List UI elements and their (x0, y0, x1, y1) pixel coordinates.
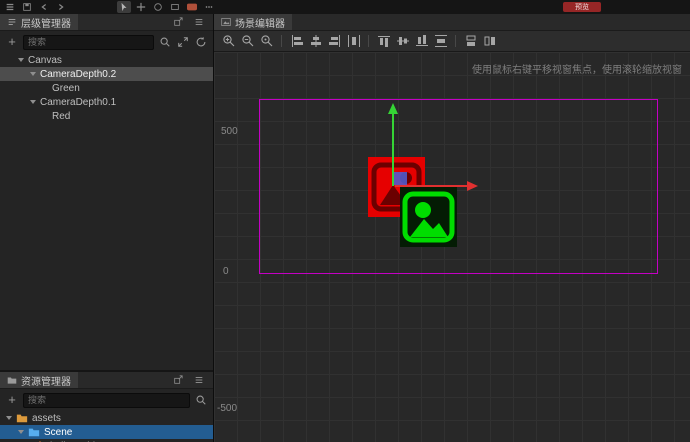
scene-toolbar (214, 31, 690, 52)
gizmo-x-axis[interactable] (395, 185, 467, 187)
list-icon (8, 18, 16, 26)
toolbar-separator (281, 35, 282, 47)
tool-group (114, 1, 216, 13)
cursor-tool-icon[interactable] (117, 1, 131, 13)
chevron-down-icon[interactable] (18, 58, 24, 62)
hierarchy-search-input[interactable] (23, 34, 154, 50)
more-icon[interactable] (202, 1, 216, 13)
align-bottom-icon[interactable] (413, 33, 430, 49)
hierarchy-tree: Canvas CameraDepth0.2 Green CameraDepth0… (0, 53, 213, 370)
assets-tree: assets Scene helloworld (0, 411, 213, 442)
folder-orange-icon (16, 412, 28, 424)
panel-menu-icon[interactable] (192, 373, 206, 387)
rect-tool-icon[interactable] (168, 1, 182, 13)
tab-label: 资源管理器 (21, 376, 71, 388)
tab-label: 场景编辑器 (235, 18, 285, 30)
tree-node-green[interactable]: Green (0, 81, 213, 95)
ruler-label-minus500: -500 (217, 403, 238, 414)
top-toolbar: 预览 (0, 0, 690, 15)
folder-blue-icon (28, 426, 40, 438)
viewport-hint: 使用鼠标右键平移视窗焦点，使用滚轮缩放视窗 (472, 65, 682, 76)
left-column: 层级管理器 + 搜索 Canvas CameraDepth0.2 Green C… (0, 14, 214, 442)
ruler-label-500: 500 (221, 126, 238, 137)
menu-icon[interactable] (3, 1, 17, 13)
distribute-vertical-icon[interactable] (432, 33, 449, 49)
chevron-down-icon[interactable] (30, 72, 36, 76)
popout-icon[interactable] (171, 373, 185, 387)
ruler-label-0: 0 (223, 266, 229, 277)
chevron-down-icon[interactable] (6, 416, 12, 420)
tree-node-cameradepth01[interactable]: CameraDepth0.1 (0, 95, 213, 109)
gizmo-center-handle[interactable] (394, 172, 407, 185)
undo-icon[interactable] (37, 1, 51, 13)
editor-window: 预览 层级管理器 + 搜索 Canvas CameraDepth0.2 Gree… (0, 0, 690, 442)
zoom-out-icon[interactable] (239, 33, 256, 49)
asset-node-assets[interactable]: assets (0, 411, 213, 425)
tree-node-canvas[interactable]: Canvas (0, 53, 213, 67)
same-height-icon[interactable] (481, 33, 498, 49)
asset-node-scene[interactable]: Scene (0, 425, 213, 439)
rotate-tool-icon[interactable] (151, 1, 165, 13)
hierarchy-panel-header: 层级管理器 (0, 14, 213, 31)
align-center-horizontal-icon[interactable] (307, 33, 324, 49)
distribute-horizontal-icon[interactable] (345, 33, 362, 49)
same-width-icon[interactable] (462, 33, 479, 49)
align-middle-icon[interactable] (394, 33, 411, 49)
assets-search-input[interactable] (23, 392, 190, 408)
chevron-down-icon[interactable] (18, 430, 24, 434)
expand-all-icon[interactable] (176, 35, 190, 49)
gizmo-y-axis[interactable] (392, 114, 394, 186)
tree-node-cameradepth02[interactable]: CameraDepth0.2 (0, 67, 213, 81)
align-left-icon[interactable] (288, 33, 305, 49)
scene-header: 场景编辑器 (214, 14, 690, 31)
assets-panel-header: 资源管理器 (0, 372, 213, 389)
save-icon[interactable] (20, 1, 34, 13)
search-icon[interactable] (158, 35, 172, 49)
align-right-icon[interactable] (326, 33, 343, 49)
chevron-down-icon[interactable] (30, 100, 36, 104)
refresh-icon[interactable] (194, 35, 208, 49)
tab-assets[interactable]: 资源管理器 (0, 372, 78, 388)
zoom-in-icon[interactable] (220, 33, 237, 49)
scene-editor: 场景编辑器 使用鼠标右键平移视窗焦点，使用滚轮缩放视窗 500 0 -500 (214, 14, 690, 442)
sprite-green[interactable] (400, 187, 457, 247)
align-top-icon[interactable] (375, 33, 392, 49)
toolbar-separator (455, 35, 456, 47)
hierarchy-toolbar: + (0, 31, 213, 53)
image-icon (221, 18, 231, 26)
assets-toolbar: + (0, 389, 213, 411)
search-icon[interactable] (194, 393, 208, 407)
move-tool-icon[interactable] (134, 1, 148, 13)
tab-scene[interactable]: 场景编辑器 (214, 14, 292, 30)
hierarchy-panel: 层级管理器 + 搜索 Canvas CameraDepth0.2 Green C… (0, 14, 213, 372)
record-icon[interactable] (185, 1, 199, 13)
green-image-icon (400, 187, 457, 247)
gizmo-x-arrowhead-icon (467, 181, 478, 191)
toolbar-separator (368, 35, 369, 47)
add-asset-button[interactable]: + (5, 392, 19, 408)
redo-icon[interactable] (54, 1, 68, 13)
popout-icon[interactable] (171, 15, 185, 29)
folder-icon (7, 377, 17, 384)
scene-viewport[interactable]: 使用鼠标右键平移视窗焦点，使用滚轮缩放视窗 500 0 -500 (214, 52, 690, 442)
zoom-reset-icon[interactable] (258, 33, 275, 49)
tab-hierarchy[interactable]: 层级管理器 (0, 14, 78, 30)
add-node-button[interactable]: + (5, 34, 19, 50)
tree-node-red[interactable]: Red (0, 109, 213, 123)
panel-menu-icon[interactable] (192, 15, 206, 29)
gizmo-y-arrowhead-icon (388, 103, 398, 114)
tab-label: 层级管理器 (21, 18, 71, 30)
assets-panel: 资源管理器 + 搜索 assets Scene (0, 372, 213, 442)
preview-button[interactable]: 预览 (563, 2, 601, 12)
